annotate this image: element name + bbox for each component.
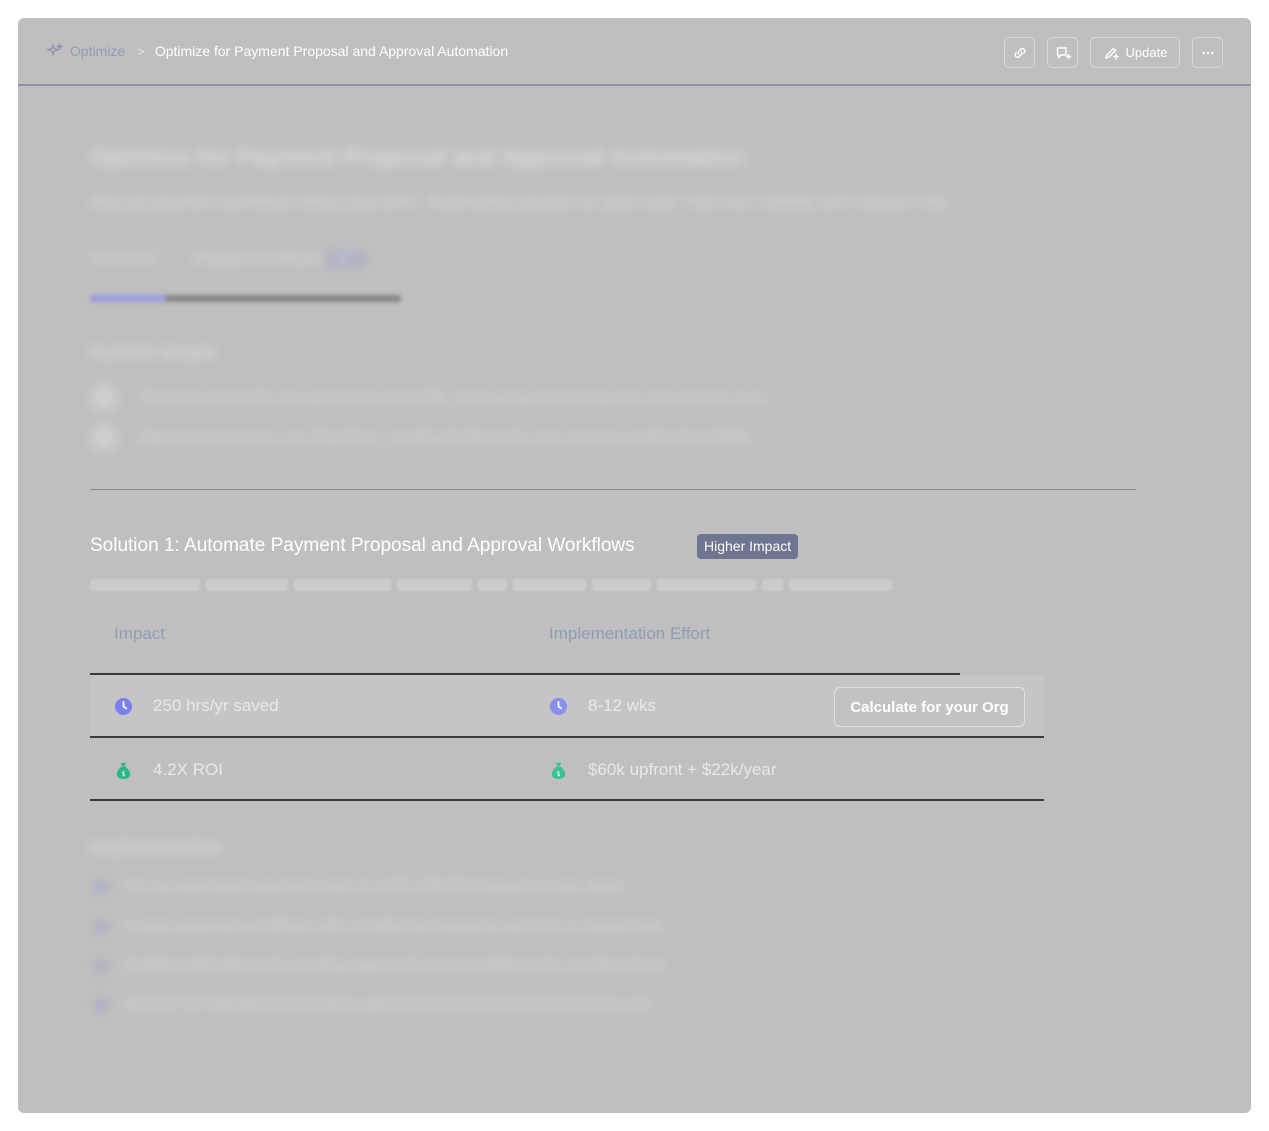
description-skeleton [90, 579, 898, 591]
more-options-button[interactable] [1192, 37, 1223, 68]
app-window: Optimize > Optimize for Payment Proposal… [18, 18, 1251, 1113]
table-row: 250 hrs/yr saved 8-12 wks Calculate for … [90, 675, 1044, 737]
effort-value: 8-12 wks [588, 696, 657, 715]
step-text: Enable notifications for pending approva… [124, 957, 665, 974]
breadcrumb-root-link[interactable]: Optimize [70, 43, 125, 59]
section-divider [90, 489, 1136, 490]
table-divider [90, 799, 1044, 801]
clock-icon [114, 697, 133, 715]
page-subtitle: Manual payment workflows delay payments.… [90, 192, 951, 211]
effort-column-header: Implementation Effort [549, 624, 711, 643]
issue-icon [90, 384, 118, 412]
comment-add-icon [1056, 46, 1071, 59]
link-icon [1014, 47, 1025, 58]
skeleton-bar [206, 579, 288, 591]
update-button[interactable]: Update [1090, 37, 1180, 68]
tab-related-workflows-label: Related workflows [192, 250, 323, 267]
step-bullet-icon [96, 922, 106, 932]
table-row: $ 4.2X ROI $ $60k upfront + $22k/year [90, 739, 1044, 801]
implementation-heading: Implementation [90, 837, 224, 857]
skeleton-bar [657, 579, 756, 591]
tab-count-badge: 4/7 [326, 250, 366, 267]
step-text: Set up automated payment rules in SAP S/… [124, 878, 626, 895]
money-bag-icon: $ [551, 762, 566, 779]
add-comment-button[interactable] [1047, 37, 1078, 68]
ellipsis-icon [1201, 51, 1214, 54]
skeleton-bar [762, 579, 783, 591]
calculate-for-org-button[interactable]: Calculate for your Org [834, 687, 1025, 727]
top-bar: Optimize > Optimize for Payment Proposal… [18, 18, 1251, 86]
tab-related-workflows[interactable]: Related workflows 4/7 [193, 250, 366, 268]
progress-fill [90, 295, 166, 302]
issue-text: Payment proposals are generated manually… [138, 389, 771, 406]
skeleton-bar [789, 579, 892, 591]
breadcrumb-current: Optimize for Payment Proposal and Approv… [154, 43, 509, 59]
issue-text: Approval processes are disjointed, creat… [138, 429, 755, 446]
implementation-step: Monitor KPI dashboards tracking approval… [96, 996, 651, 1014]
step-text: Monitor KPI dashboards tracking approval… [124, 996, 651, 1013]
step-bullet-icon [96, 1000, 106, 1010]
issue-item: Approval processes are disjointed, creat… [90, 424, 755, 452]
effort-cell: 8-12 wks [549, 675, 656, 737]
impact-cell: 250 hrs/yr saved [114, 675, 279, 737]
update-button-label: Update [1125, 45, 1168, 60]
step-bullet-icon [96, 961, 106, 971]
edit-sparkle-icon [1104, 47, 1119, 60]
breadcrumb: Optimize > Optimize for Payment Proposal… [46, 42, 508, 60]
step-bullet-icon [96, 882, 106, 892]
implementation-step: Enable notifications for pending approva… [96, 957, 665, 975]
step-text: Create approval workflows with condition… [124, 918, 663, 935]
effort-cell: $ $60k upfront + $22k/year [549, 739, 777, 801]
skeleton-bar [397, 579, 472, 591]
skeleton-bar [513, 579, 586, 591]
skeleton-bar [592, 579, 651, 591]
svg-text:$: $ [121, 770, 125, 778]
copy-link-button[interactable] [1004, 37, 1035, 68]
table-divider [90, 736, 1044, 738]
impact-value: 250 hrs/yr saved [153, 696, 279, 715]
tab-bar: Overview Related workflows 4/7 [90, 250, 401, 268]
skeleton-bar [478, 579, 507, 591]
progress-bar [90, 295, 401, 302]
svg-text:$: $ [556, 770, 560, 778]
page-title: Optimize for Payment Proposal and Approv… [90, 144, 745, 171]
sparkle-icon [46, 42, 64, 60]
implementation-step: Create approval workflows with condition… [96, 918, 663, 936]
solution-title: Solution 1: Automate Payment Proposal an… [90, 535, 635, 556]
issue-icon [90, 424, 118, 452]
skeleton-bar [294, 579, 391, 591]
impact-badge: Higher Impact [697, 534, 799, 559]
issues-heading: Current issues [90, 342, 217, 362]
impact-value: 4.2X ROI [153, 760, 223, 779]
money-bag-icon: $ [116, 762, 131, 779]
implementation-step: Set up automated payment rules in SAP S/… [96, 878, 625, 896]
skeleton-bar [90, 579, 200, 591]
issue-item: Payment proposals are generated manually… [90, 384, 771, 412]
impact-cell: $ 4.2X ROI [114, 739, 223, 801]
impact-column-header: Impact [114, 624, 166, 643]
tab-overview[interactable]: Overview [90, 250, 157, 268]
effort-value: $60k upfront + $22k/year [588, 760, 777, 779]
breadcrumb-separator: > [137, 43, 145, 59]
clock-icon [549, 697, 568, 715]
